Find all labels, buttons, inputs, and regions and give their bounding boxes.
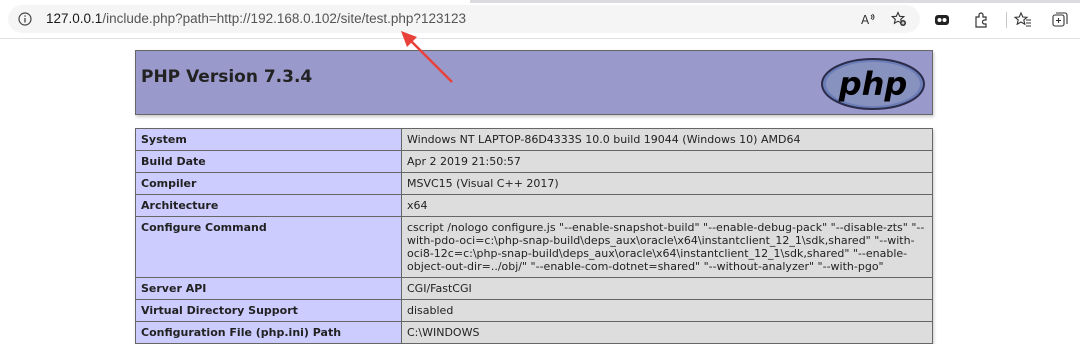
- row-name: Compiler: [135, 172, 402, 195]
- address-bar[interactable]: 127.0.0.1/include.php?path=http://192.16…: [8, 5, 920, 33]
- table-row: Server API CGI/FastCGI: [135, 277, 933, 300]
- table-row: Configuration File (php.ini) Path C:\WIND…: [135, 321, 933, 344]
- annotation-arrow: [401, 31, 453, 83]
- table-row: Virtual Directory Support disabled: [135, 299, 933, 322]
- row-name: System: [135, 128, 402, 151]
- toolbar-divider: [1006, 12, 1007, 28]
- url-text[interactable]: 127.0.0.1/include.php?path=http://192.16…: [46, 11, 466, 27]
- row-name: Build Date: [135, 150, 402, 173]
- favorites-icon[interactable]: [1014, 11, 1032, 29]
- php-logo-text: php: [838, 65, 908, 103]
- row-value: cscript /nologo configure.js "--enable-s…: [401, 216, 933, 278]
- row-name: Architecture: [135, 194, 402, 217]
- info-icon[interactable]: [18, 12, 32, 26]
- svg-text:A: A: [861, 13, 870, 27]
- table-row: Configure Command cscript /nologo configu…: [135, 216, 933, 278]
- row-name: Configuration File (php.ini) Path: [135, 321, 402, 344]
- url-path: /include.php?path=http://192.168.0.102/s…: [102, 11, 466, 26]
- extension-puzzle-dark-icon[interactable]: [933, 11, 951, 29]
- row-name: Configure Command: [135, 216, 402, 278]
- table-row: Compiler MSVC15 (Visual C++ 2017): [135, 172, 933, 195]
- php-info-table: System Windows NT LAPTOP-86D4333S 10.0 bu…: [135, 128, 933, 344]
- table-row: System Windows NT LAPTOP-86D4333S 10.0 bu…: [135, 128, 933, 151]
- chrome-bottom-border: [0, 38, 1080, 39]
- row-name: Server API: [135, 277, 402, 300]
- read-aloud-icon[interactable]: A: [860, 11, 876, 27]
- php-logo: php: [821, 58, 925, 110]
- php-version-title: PHP Version 7.3.4: [141, 67, 313, 87]
- row-value: CGI/FastCGI: [401, 277, 933, 300]
- table-row: Build Date Apr 2 2019 21:50:57: [135, 150, 933, 173]
- row-value: x64: [401, 194, 933, 217]
- collections-icon[interactable]: [1051, 11, 1069, 29]
- row-name: Virtual Directory Support: [135, 299, 402, 322]
- php-version-header: PHP Version 7.3.4 php: [135, 50, 933, 115]
- row-value: Windows NT LAPTOP-86D4333S 10.0 build 19…: [401, 128, 933, 151]
- row-value: MSVC15 (Visual C++ 2017): [401, 172, 933, 195]
- table-row: Architecture x64: [135, 194, 933, 217]
- row-value: Apr 2 2019 21:50:57: [401, 150, 933, 173]
- extensions-icon[interactable]: [972, 11, 990, 29]
- browser-toolbar: 127.0.0.1/include.php?path=http://192.16…: [0, 0, 1080, 38]
- row-value: disabled: [401, 299, 933, 322]
- url-host: 127.0.0.1: [46, 11, 103, 26]
- row-value: C:\WINDOWS: [401, 321, 933, 344]
- add-favorite-icon[interactable]: [891, 11, 907, 27]
